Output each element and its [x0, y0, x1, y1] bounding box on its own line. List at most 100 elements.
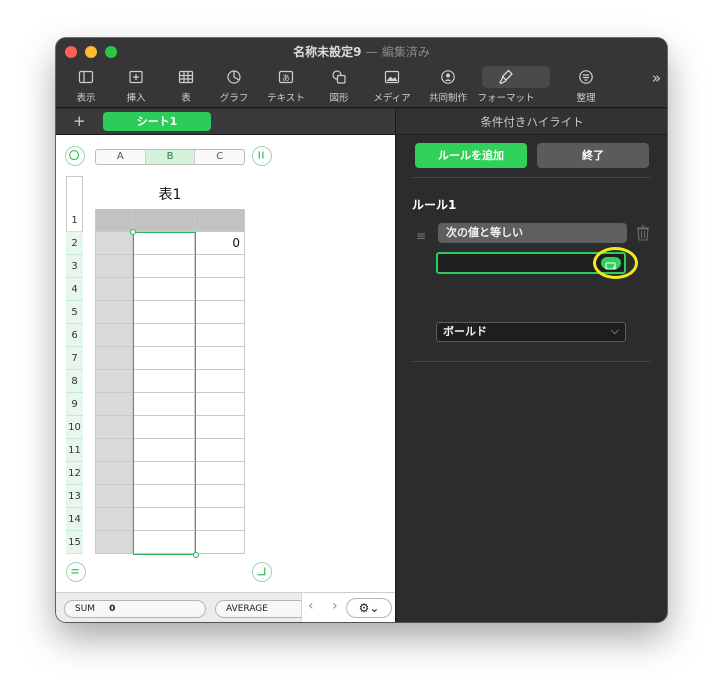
table-cell[interactable]	[95, 209, 133, 232]
row-header-10[interactable]: 10	[66, 416, 83, 439]
toolbar-chart-button[interactable]: グラフ	[204, 66, 264, 106]
cell-c2[interactable]: 0	[195, 232, 245, 255]
svg-text:あ: あ	[282, 74, 290, 83]
table-cell[interactable]	[95, 393, 133, 416]
table-cell[interactable]	[133, 209, 195, 232]
style-select[interactable]: ボールド ⌵	[436, 322, 626, 342]
table-title[interactable]: 表1	[95, 184, 245, 204]
row-handle-icon	[71, 569, 79, 574]
toolbar-overflow-chevron-icon[interactable]: »	[652, 69, 661, 87]
drag-handle-icon[interactable]: ≡	[416, 229, 426, 243]
table-cell[interactable]	[95, 347, 133, 370]
table-cell[interactable]	[195, 347, 245, 370]
table-cell[interactable]	[195, 439, 245, 462]
conditional-highlight-panel: 条件付きハイライト ルールを追加 終了 ルール1 ≡ 次の値と等しい ボールド …	[395, 109, 667, 622]
toolbar-text-button[interactable]: あ テキスト	[256, 66, 316, 106]
table-cell[interactable]	[95, 232, 133, 255]
table-cell[interactable]	[95, 255, 133, 278]
sum-label: SUM	[75, 604, 96, 614]
toolbar-text-label: テキスト	[267, 93, 305, 104]
column-header-c[interactable]: C	[195, 150, 244, 164]
chevron-right-icon[interactable]: ›	[332, 598, 338, 614]
add-column-handle[interactable]	[252, 146, 272, 166]
title-separator: —	[365, 45, 378, 59]
toolbar-media-button[interactable]: メディア	[362, 66, 422, 106]
table-cell[interactable]	[95, 278, 133, 301]
status-options-gear-icon[interactable]: ⚙⌄	[346, 598, 392, 618]
chevron-left-icon[interactable]: ‹	[308, 598, 314, 614]
table-cell[interactable]	[195, 508, 245, 531]
table-cell[interactable]	[95, 485, 133, 508]
text-icon: あ	[278, 70, 294, 84]
row-header-15[interactable]: 15	[66, 531, 83, 554]
condition-popup[interactable]: 次の値と等しい	[438, 223, 627, 243]
row-header-3[interactable]: 3	[66, 255, 83, 278]
row-header-4[interactable]: 4	[66, 278, 83, 301]
collaborate-icon	[441, 70, 455, 84]
table-cell[interactable]	[195, 370, 245, 393]
add-sheet-button[interactable]: +	[73, 112, 86, 130]
row-header-1[interactable]: 1	[66, 209, 83, 232]
toolbar-format-button[interactable]: フォーマット	[476, 66, 550, 106]
table-cell[interactable]	[195, 416, 245, 439]
row-header-12[interactable]: 12	[66, 462, 83, 485]
table-cell[interactable]	[95, 370, 133, 393]
column-header-b[interactable]: B	[145, 150, 196, 164]
table-cell[interactable]	[95, 301, 133, 324]
table-cell[interactable]	[195, 485, 245, 508]
trash-icon[interactable]	[636, 225, 650, 241]
table-cell[interactable]	[95, 462, 133, 485]
sheet-tab-sheet1[interactable]: シート1	[103, 112, 211, 131]
table-cell[interactable]	[195, 209, 245, 232]
table-cell[interactable]	[95, 508, 133, 531]
row-header-9[interactable]: 9	[66, 393, 83, 416]
table-cell[interactable]	[195, 393, 245, 416]
done-button[interactable]: 終了	[537, 143, 649, 168]
document-status: 編集済み	[381, 45, 430, 59]
table-header-row	[95, 209, 245, 232]
row-header-11[interactable]: 11	[66, 439, 83, 462]
organize-icon	[579, 70, 593, 84]
row-header-13[interactable]: 13	[66, 485, 83, 508]
add-rule-button[interactable]: ルールを追加	[415, 143, 527, 168]
row-header-5[interactable]: 5	[66, 301, 83, 324]
column-handle-icon	[258, 151, 264, 159]
row-header-7[interactable]: 7	[66, 347, 83, 370]
sum-pill[interactable]: SUM 0	[64, 600, 206, 618]
table-cell[interactable]	[195, 278, 245, 301]
toolbar-media-label: メディア	[373, 93, 411, 104]
formula-status-bar: SUM 0 AVERAGE ‹ › ⚙⌄	[56, 592, 395, 622]
resize-table-handle[interactable]	[252, 562, 272, 582]
row-header-14[interactable]: 14	[66, 508, 83, 531]
table-cell[interactable]	[195, 301, 245, 324]
add-row-handle[interactable]	[66, 562, 86, 582]
row-header-6[interactable]: 6	[66, 324, 83, 347]
toolbar-organize-button[interactable]: 整理	[556, 66, 616, 106]
toolbar-shape-label: 図形	[329, 93, 349, 104]
resize-corner-icon	[257, 567, 266, 576]
select-table-button[interactable]	[65, 146, 85, 166]
toolbar-organize-label: 整理	[576, 93, 596, 104]
table-cell[interactable]	[95, 416, 133, 439]
view-icon	[78, 70, 94, 84]
average-label: AVERAGE	[226, 604, 268, 614]
column-header-a[interactable]: A	[96, 150, 146, 164]
selection-handle-top[interactable]	[130, 229, 136, 235]
document-name: 名称未設定9	[293, 45, 362, 59]
toolbar-collaborate-button[interactable]: 共同制作	[418, 66, 478, 106]
sum-value: 0	[109, 604, 116, 614]
row-header-8[interactable]: 8	[66, 370, 83, 393]
toolbar-shape-button[interactable]: 図形	[309, 66, 369, 106]
table-cell[interactable]	[95, 439, 133, 462]
column-b-selection	[133, 232, 196, 555]
shape-icon	[332, 70, 346, 84]
table-cell[interactable]	[195, 255, 245, 278]
table-cell[interactable]	[95, 324, 133, 347]
table-cell[interactable]	[195, 531, 245, 554]
table-cell[interactable]	[195, 462, 245, 485]
table-cell[interactable]	[95, 531, 133, 554]
row-header-2[interactable]: 2	[66, 232, 83, 255]
table-cell[interactable]	[195, 324, 245, 347]
selection-handle-bottom[interactable]	[193, 552, 199, 558]
average-pill[interactable]: AVERAGE	[215, 600, 315, 618]
